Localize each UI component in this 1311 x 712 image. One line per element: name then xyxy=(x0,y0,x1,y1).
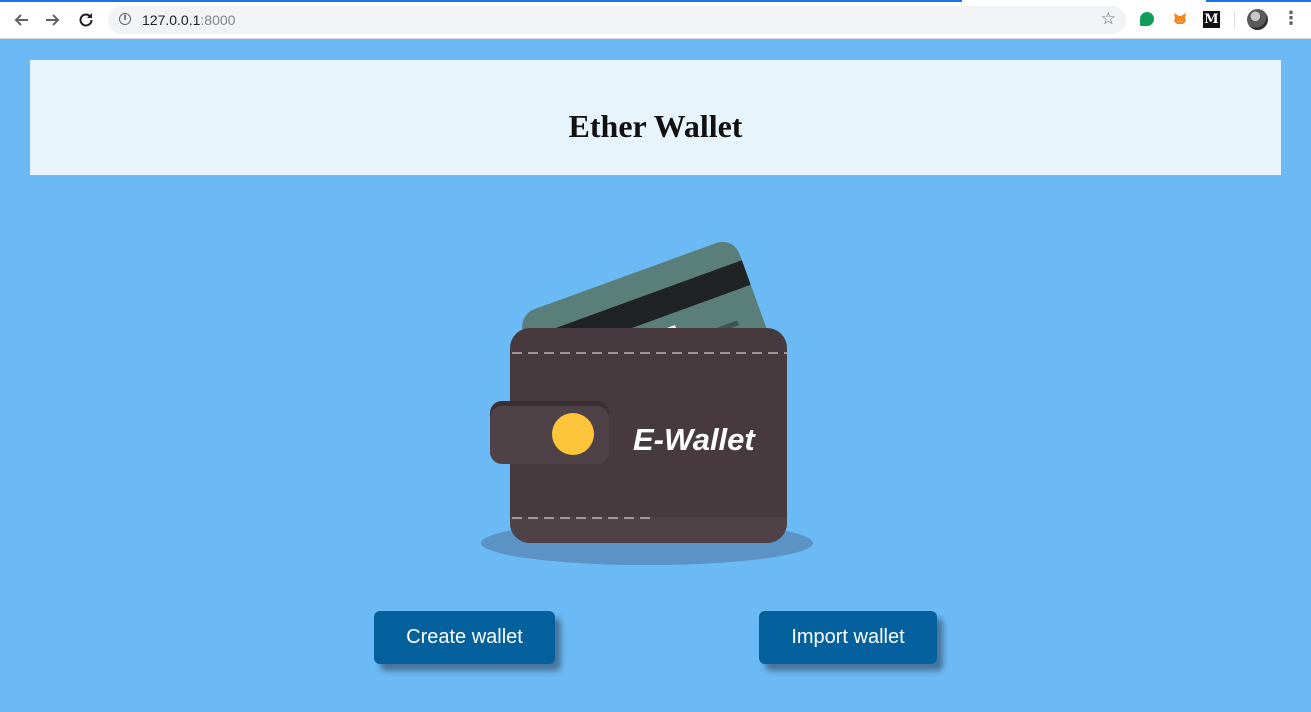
menu-kebab-icon[interactable]: ⋮ xyxy=(1282,8,1300,30)
import-wallet-button[interactable]: Import wallet xyxy=(759,611,937,664)
back-icon[interactable] xyxy=(8,7,34,33)
page-header: Ether Wallet xyxy=(30,60,1281,175)
reload-icon[interactable] xyxy=(73,7,99,33)
clasp-button-coin xyxy=(552,413,594,455)
page-title: Ether Wallet xyxy=(568,108,743,144)
create-wallet-button[interactable]: Create wallet xyxy=(374,611,555,664)
wallet-bottom-band xyxy=(510,517,787,543)
browser-toolbar: i 127.0.0.1:8000 ☆ M ⋮ xyxy=(0,0,1311,39)
medium-icon[interactable]: M xyxy=(1203,11,1220,28)
profile-avatar[interactable] xyxy=(1247,9,1268,30)
extension-green-icon[interactable] xyxy=(1140,12,1154,26)
forward-icon[interactable] xyxy=(40,7,66,33)
info-icon[interactable]: i xyxy=(119,13,131,25)
toolbar-divider xyxy=(1234,11,1235,29)
metamask-fox-icon[interactable] xyxy=(1173,12,1187,26)
wallet-illustration: E-Wallet xyxy=(470,215,830,575)
address-bar[interactable]: i 127.0.0.1:8000 ☆ xyxy=(108,6,1126,34)
wallet-graphic: E-Wallet xyxy=(481,241,813,565)
wallet-label: E-Wallet xyxy=(633,422,756,457)
url-host: 127.0.0.1 xyxy=(142,12,201,28)
url-text[interactable]: 127.0.0.1:8000 xyxy=(142,12,235,28)
page-load-progress xyxy=(0,0,962,2)
tab-strip-edge xyxy=(1206,0,1311,2)
star-icon[interactable]: ☆ xyxy=(1101,9,1116,29)
url-port: :8000 xyxy=(200,12,236,28)
